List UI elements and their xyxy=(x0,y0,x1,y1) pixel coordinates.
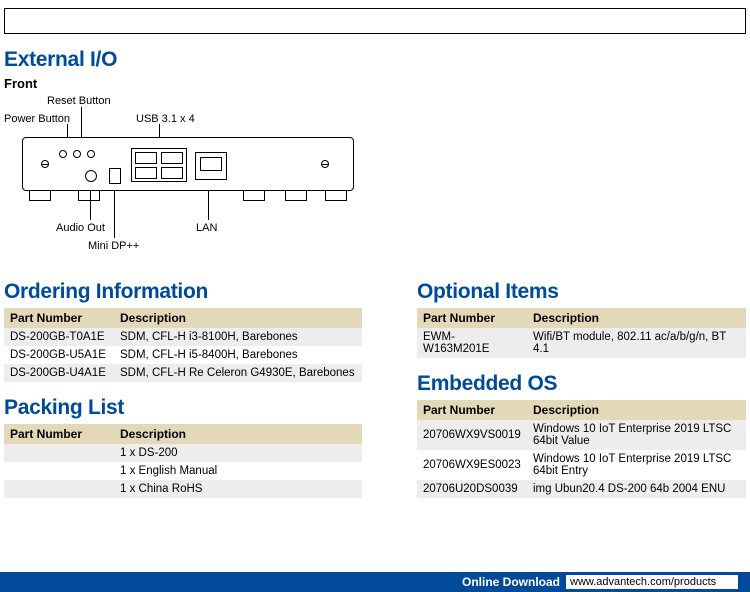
callout-lan: LAN xyxy=(196,222,217,234)
footer-bar: Online Download www.advantech.com/produc… xyxy=(0,572,750,592)
footer-label: Online Download xyxy=(462,575,560,589)
heading-ordering: Ordering Information xyxy=(4,280,362,304)
device-chassis xyxy=(22,137,354,191)
callout-power-button: Power Button xyxy=(4,113,70,125)
table-row: 1 x DS-200 xyxy=(4,444,362,462)
reset-button-port xyxy=(73,150,81,158)
led-port xyxy=(87,150,95,158)
table-row: DS-200GB-T0A1ESDM, CFL-H i3-8100H, Bareb… xyxy=(4,328,362,346)
table-row: 20706WX9VS0019Windows 10 IoT Enterprise … xyxy=(417,420,746,450)
th-part-number: Part Number xyxy=(4,308,114,328)
embedded-table: Part Number Description 20706WX9VS0019Wi… xyxy=(417,400,746,498)
heading-optional: Optional Items xyxy=(417,280,746,304)
power-button-port xyxy=(59,150,67,158)
front-io-diagram: Reset Button Power Button USB 3.1 x 4 xyxy=(4,95,364,260)
callout-mini-dp: Mini DP++ xyxy=(88,240,139,252)
th-part-number: Part Number xyxy=(4,424,114,444)
heading-packing: Packing List xyxy=(4,396,362,420)
callout-usb: USB 3.1 x 4 xyxy=(136,113,195,125)
top-empty-bar xyxy=(4,8,746,34)
callout-reset-button: Reset Button xyxy=(47,95,111,107)
packing-table: Part Number Description 1 x DS-200 1 x E… xyxy=(4,424,362,498)
screw-icon xyxy=(41,160,49,168)
table-row: 20706U20DS0039img Ubun20.4 DS-200 64b 20… xyxy=(417,480,746,498)
screw-icon xyxy=(321,160,329,168)
lan-port xyxy=(195,152,227,180)
heading-embedded: Embedded OS xyxy=(417,372,746,396)
th-description: Description xyxy=(527,400,746,420)
optional-table: Part Number Description EWM-W163M201EWif… xyxy=(417,308,746,358)
usb-block xyxy=(131,148,187,182)
th-description: Description xyxy=(527,308,746,328)
th-part-number: Part Number xyxy=(417,400,527,420)
ordering-table: Part Number Description DS-200GB-T0A1ESD… xyxy=(4,308,362,382)
heading-external-io: External I/O xyxy=(4,48,746,72)
audio-out-port xyxy=(85,170,97,182)
mini-dp-port xyxy=(109,168,121,184)
table-row: EWM-W163M201EWifi/BT module, 802.11 ac/a… xyxy=(417,328,746,358)
table-row: DS-200GB-U5A1ESDM, CFL-H i5-8400H, Bareb… xyxy=(4,346,362,364)
table-row: 1 x English Manual xyxy=(4,462,362,480)
table-row: 1 x China RoHS xyxy=(4,480,362,498)
th-part-number: Part Number xyxy=(417,308,527,328)
table-row: DS-200GB-U4A1ESDM, CFL-H Re Celeron G493… xyxy=(4,364,362,382)
callout-audio-out: Audio Out xyxy=(56,222,105,234)
front-label: Front xyxy=(4,76,746,91)
th-description: Description xyxy=(114,308,362,328)
th-description: Description xyxy=(114,424,362,444)
footer-url: www.advantech.com/products xyxy=(566,575,738,589)
table-row: 20706WX9ES0023Windows 10 IoT Enterprise … xyxy=(417,450,746,480)
